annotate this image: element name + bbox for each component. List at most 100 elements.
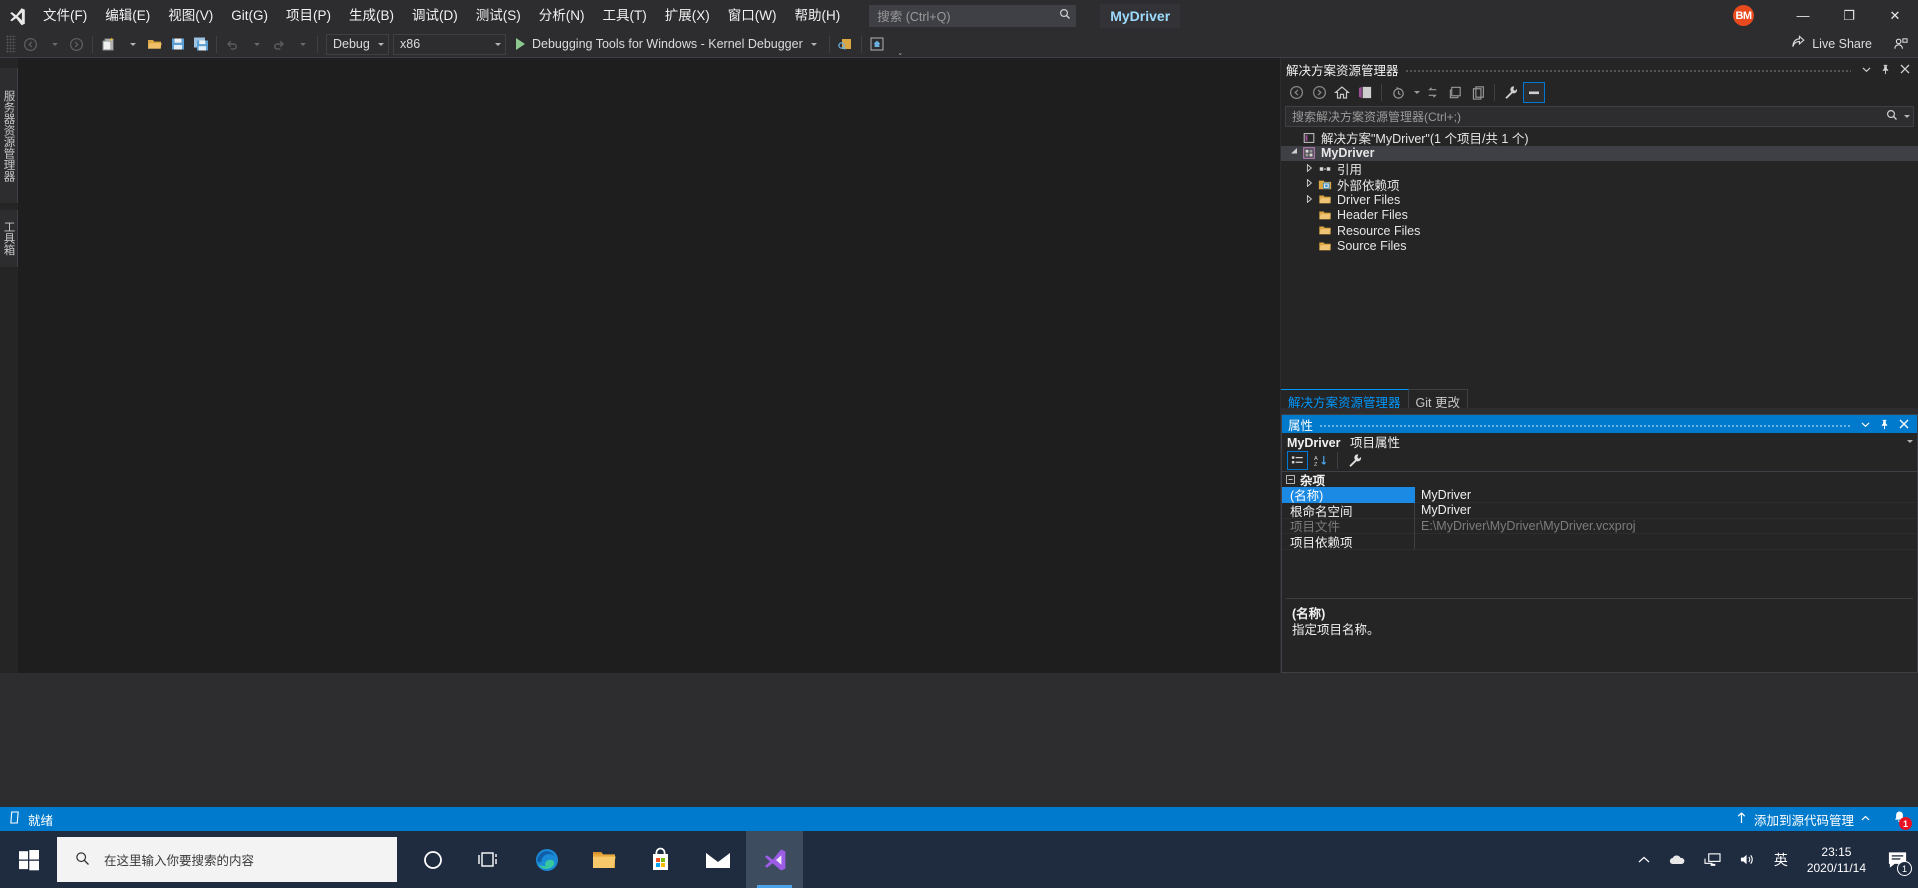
pending-changes-dropdown[interactable] bbox=[1410, 82, 1420, 103]
menu-tools[interactable]: 工具(T) bbox=[594, 2, 656, 29]
live-share-button[interactable]: Live Share bbox=[1791, 35, 1872, 52]
volume-icon[interactable] bbox=[1730, 852, 1765, 867]
menu-project[interactable]: 项目(P) bbox=[277, 2, 340, 29]
panel-menu-chevron-down-icon[interactable] bbox=[1856, 416, 1875, 433]
tree-item-source-files[interactable]: Source Files bbox=[1281, 239, 1918, 255]
preview-selected-items-icon[interactable] bbox=[1523, 81, 1545, 103]
undo-dropdown[interactable] bbox=[244, 33, 267, 56]
tree-twisty[interactable] bbox=[1303, 163, 1316, 174]
task-view-icon[interactable] bbox=[461, 831, 518, 888]
menu-file[interactable]: 文件(F) bbox=[34, 2, 96, 29]
redo-icon[interactable] bbox=[267, 33, 290, 56]
visual-studio-icon[interactable] bbox=[746, 831, 803, 888]
live-share-status-icon[interactable] bbox=[1893, 37, 1908, 56]
solution-explorer-search-input[interactable]: 搜索解决方案资源管理器(Ctrl+;) bbox=[1285, 106, 1914, 127]
sync-with-active-document-icon[interactable] bbox=[1421, 82, 1443, 103]
new-project-dropdown[interactable] bbox=[120, 33, 143, 56]
file-explorer-icon[interactable] bbox=[575, 831, 632, 888]
action-center-button[interactable]: 1 bbox=[1876, 831, 1918, 888]
tree-item-header-files[interactable]: Header Files bbox=[1281, 208, 1918, 224]
chevron-up-icon[interactable] bbox=[1861, 812, 1870, 826]
menu-build[interactable]: 生成(B) bbox=[340, 2, 403, 29]
tree-item-project-mydriver[interactable]: MyDriver bbox=[1281, 145, 1918, 161]
collapse-all-icon[interactable] bbox=[1444, 82, 1466, 103]
tree-twisty-expanded[interactable] bbox=[1287, 148, 1300, 158]
global-search-input[interactable]: 搜索 (Ctrl+Q) bbox=[869, 4, 1077, 27]
menu-debug[interactable]: 调试(D) bbox=[403, 2, 467, 29]
tab-git-changes[interactable]: Git 更改 bbox=[1408, 389, 1468, 410]
home-icon[interactable] bbox=[1331, 82, 1353, 103]
solution-platform-combo[interactable]: x86 bbox=[393, 33, 506, 55]
add-to-source-control-button[interactable]: 添加到源代码管理 bbox=[1726, 810, 1880, 829]
tree-item-driver-files[interactable]: Driver Files bbox=[1281, 192, 1918, 208]
property-value[interactable]: MyDriver bbox=[1415, 503, 1917, 517]
properties-wrench-icon[interactable] bbox=[1500, 82, 1522, 103]
start-button[interactable] bbox=[0, 831, 57, 888]
new-project-icon[interactable] bbox=[97, 33, 120, 56]
editor-area[interactable] bbox=[18, 58, 1280, 673]
property-row-root-namespace[interactable]: 根命名空间 MyDriver bbox=[1282, 502, 1917, 519]
property-row-name[interactable]: (名称) MyDriver bbox=[1282, 487, 1917, 503]
show-all-files-icon[interactable] bbox=[1467, 82, 1489, 103]
network-icon[interactable] bbox=[1695, 852, 1730, 867]
back-icon[interactable] bbox=[1285, 82, 1307, 103]
close-button[interactable]: ✕ bbox=[1872, 0, 1918, 31]
solution-configuration-combo[interactable]: Debug bbox=[326, 33, 389, 55]
tree-twisty[interactable] bbox=[1303, 194, 1316, 205]
onedrive-cloud-icon[interactable] bbox=[1659, 853, 1695, 866]
navigate-forward-button[interactable] bbox=[65, 33, 88, 56]
undo-icon[interactable] bbox=[221, 33, 244, 56]
tree-twisty[interactable] bbox=[1303, 178, 1316, 189]
navigate-backward-dropdown[interactable] bbox=[42, 33, 65, 56]
open-file-icon[interactable] bbox=[143, 33, 166, 56]
cortana-icon[interactable] bbox=[404, 831, 461, 888]
property-category-misc[interactable]: − 杂项 bbox=[1282, 472, 1917, 488]
clock[interactable]: 23:15 2020/11/14 bbox=[1797, 844, 1876, 876]
search-options-chevron-down-icon[interactable] bbox=[1904, 115, 1910, 118]
panel-close-icon[interactable] bbox=[1895, 60, 1914, 79]
microsoft-store-icon[interactable] bbox=[632, 831, 689, 888]
minimize-button[interactable]: — bbox=[1780, 0, 1826, 31]
solution-view-icon[interactable] bbox=[1354, 82, 1376, 103]
toolbar-grip[interactable] bbox=[6, 35, 16, 53]
menu-test[interactable]: 测试(S) bbox=[467, 2, 530, 29]
redo-dropdown[interactable] bbox=[290, 33, 313, 56]
avatar[interactable]: BM bbox=[1733, 5, 1754, 26]
chevron-down-icon[interactable] bbox=[1907, 440, 1913, 443]
categorized-view-icon[interactable] bbox=[1287, 451, 1308, 470]
save-all-icon[interactable] bbox=[189, 33, 212, 56]
pending-changes-icon[interactable] bbox=[1387, 82, 1409, 103]
maximize-button[interactable]: ❐ bbox=[1826, 0, 1872, 31]
sidebar-tab-server-explorer[interactable]: 服务器资源管理器 bbox=[0, 68, 18, 203]
toolbar-overflow-icon[interactable]: ˯ bbox=[889, 33, 912, 56]
panel-pin-icon[interactable] bbox=[1875, 416, 1894, 433]
mail-icon[interactable] bbox=[689, 831, 746, 888]
property-pages-wrench-icon[interactable] bbox=[1344, 451, 1365, 470]
panel-pin-icon[interactable] bbox=[1876, 60, 1895, 79]
menu-git[interactable]: Git(G) bbox=[222, 2, 277, 29]
menu-edit[interactable]: 编辑(E) bbox=[96, 2, 159, 29]
taskbar-search-input[interactable]: 在这里输入你要搜索的内容 bbox=[57, 837, 397, 882]
menu-help[interactable]: 帮助(H) bbox=[785, 2, 849, 29]
menu-extensions[interactable]: 扩展(X) bbox=[656, 2, 719, 29]
property-row-project-file[interactable]: 项目文件 E:\MyDriver\MyDriver\MyDriver.vcxpr… bbox=[1282, 518, 1917, 534]
tree-item-solution[interactable]: 解决方案"MyDriver"(1 个项目/共 1 个) bbox=[1281, 130, 1918, 146]
start-debugging-button[interactable]: Debugging Tools for Windows - Kernel Deb… bbox=[512, 35, 821, 53]
home-frame-icon[interactable] bbox=[866, 33, 889, 56]
attach-to-process-icon[interactable] bbox=[834, 33, 857, 56]
panel-close-icon[interactable] bbox=[1894, 416, 1913, 433]
edge-icon[interactable] bbox=[518, 831, 575, 888]
save-icon[interactable] bbox=[166, 33, 189, 56]
tree-item-resource-files[interactable]: Resource Files bbox=[1281, 223, 1918, 239]
navigate-backward-button[interactable] bbox=[19, 33, 42, 56]
show-hidden-icons-chevron-up-icon[interactable] bbox=[1629, 854, 1659, 866]
ime-language-indicator[interactable]: 英 bbox=[1765, 850, 1797, 870]
forward-icon[interactable] bbox=[1308, 82, 1330, 103]
sidebar-tab-toolbox[interactable]: 工具箱 bbox=[0, 210, 18, 267]
menu-analyze[interactable]: 分析(N) bbox=[530, 2, 594, 29]
tree-item-external-dependencies[interactable]: 外部依赖项 bbox=[1281, 177, 1918, 193]
menu-view[interactable]: 视图(V) bbox=[159, 2, 222, 29]
notifications-button[interactable]: 1 bbox=[1880, 807, 1918, 831]
menu-window[interactable]: 窗口(W) bbox=[719, 2, 786, 29]
alphabetical-sort-icon[interactable]: AZ bbox=[1310, 451, 1331, 470]
